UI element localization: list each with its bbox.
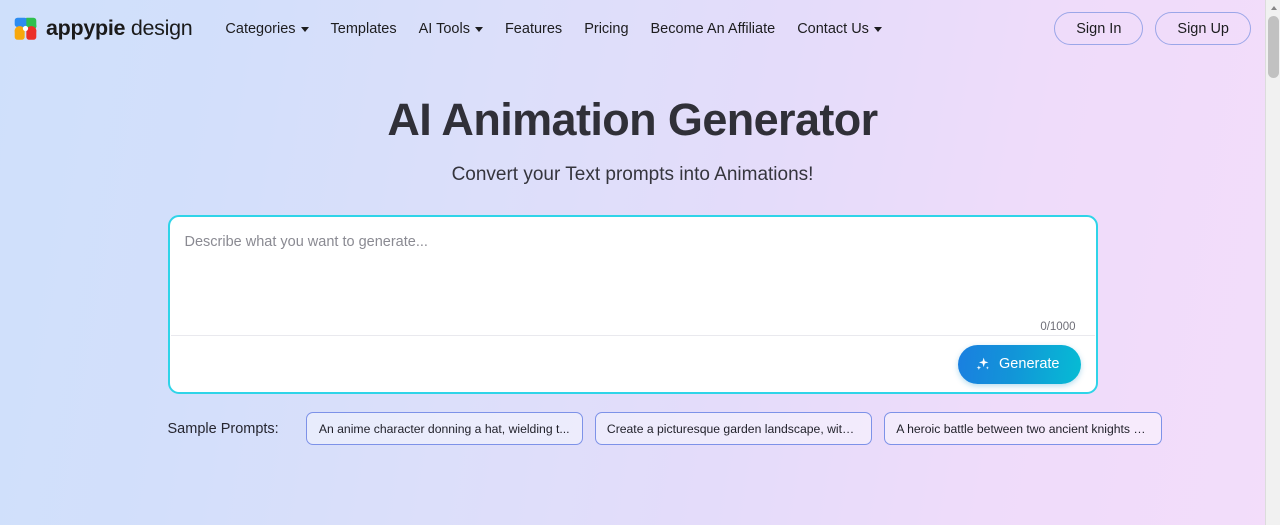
sample-prompts-label: Sample Prompts: [167, 420, 279, 437]
brand-name-bold: appypie [46, 16, 126, 40]
scrollbar-thumb[interactable] [1268, 16, 1279, 78]
brand-name-light: design [130, 16, 193, 40]
nav-item-templates[interactable]: Templates [320, 15, 408, 43]
prompt-panel-wrapper: 0/1000 Generate [167, 215, 1098, 395]
page-title: AI Animation Generator [387, 94, 878, 145]
brand-name: appypie design [46, 16, 193, 41]
character-counter: 0/1000 [1040, 321, 1076, 334]
sample-prompt-chip-3[interactable]: A heroic battle between two ancient knig… [884, 412, 1162, 446]
prompt-input-area: 0/1000 [170, 217, 1096, 335]
page-root: appypie design Categories Templates AI T… [0, 0, 1265, 525]
prompt-panel: 0/1000 Generate [167, 215, 1098, 395]
sample-prompt-chip-2[interactable]: Create a picturesque garden landscape, w… [594, 412, 873, 446]
nav-item-features[interactable]: Features [494, 15, 573, 43]
nav-item-pricing[interactable]: Pricing [573, 15, 639, 43]
scrollbar-up-arrow-icon[interactable] [1266, 0, 1280, 15]
nav-item-become-an-affiliate[interactable]: Become An Affiliate [640, 15, 787, 43]
chevron-down-icon [873, 27, 882, 32]
nav-label-become-an-affiliate: Become An Affiliate [650, 20, 776, 37]
sample-prompt-text-3: A heroic battle between two ancient knig… [896, 421, 1150, 436]
appypie-flower-logo-icon [12, 15, 39, 42]
brand-logo-link[interactable]: appypie design [12, 15, 193, 42]
page-subtitle: Convert your Text prompts into Animation… [451, 164, 814, 186]
sign-in-button[interactable]: Sign In [1054, 12, 1144, 45]
nav-label-features: Features [504, 20, 563, 37]
nav-label-templates: Templates [330, 20, 397, 37]
sparkle-icon [975, 356, 991, 372]
main-navigation: Categories Templates AI Tools Features P… [214, 15, 893, 43]
page-scrollbar[interactable] [1265, 0, 1280, 525]
chevron-down-icon [300, 27, 309, 32]
generate-button-label: Generate [999, 356, 1060, 373]
sample-prompt-text-1: An anime character donning a hat, wieldi… [318, 421, 570, 436]
nav-item-categories[interactable]: Categories [214, 15, 319, 43]
nav-item-ai-tools[interactable]: AI Tools [408, 15, 494, 43]
nav-label-categories: Categories [225, 20, 296, 37]
generate-button[interactable]: Generate [958, 344, 1081, 384]
hero-section: AI Animation Generator Convert your Text… [0, 57, 1265, 186]
nav-item-contact-us[interactable]: Contact Us [786, 15, 893, 43]
prompt-input[interactable] [184, 232, 1077, 319]
nav-label-contact-us: Contact Us [797, 20, 869, 37]
header-actions: Sign In Sign Up [1054, 12, 1251, 45]
sign-up-button[interactable]: Sign Up [1155, 12, 1251, 45]
nav-label-pricing: Pricing [584, 20, 629, 37]
nav-label-ai-tools: AI Tools [418, 20, 470, 37]
prompt-footer: Generate [170, 336, 1096, 392]
sample-prompt-chip-1[interactable]: An anime character donning a hat, wieldi… [305, 412, 583, 446]
sample-prompt-text-2: Create a picturesque garden landscape, w… [606, 421, 861, 436]
sample-prompts-row: Sample Prompts: An anime character donni… [167, 412, 1162, 446]
chevron-down-icon [474, 27, 483, 32]
site-header: appypie design Categories Templates AI T… [0, 0, 1265, 57]
sample-prompt-chips: An anime character donning a hat, wieldi… [305, 412, 1162, 446]
